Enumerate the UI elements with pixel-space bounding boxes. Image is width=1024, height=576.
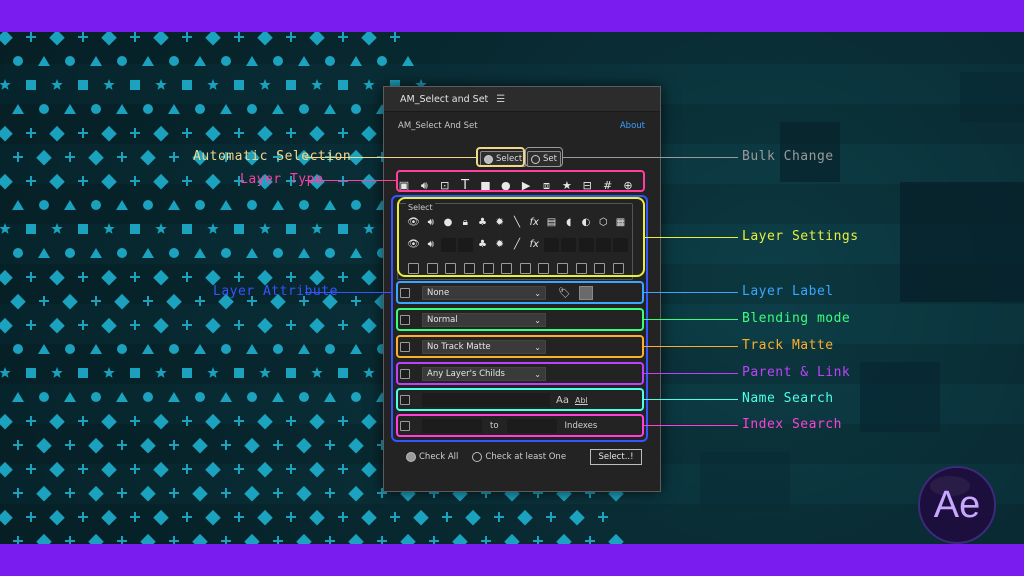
- check-at-least-one-radio[interactable]: [472, 452, 483, 462]
- bulk-change-leader: [563, 157, 738, 158]
- callout-layer-settings: Layer Settings: [742, 229, 859, 244]
- hamburger-icon[interactable]: ☰: [496, 94, 505, 105]
- callout-index-search: Index Search: [742, 417, 842, 432]
- check-all-label: Check All: [419, 452, 459, 462]
- layer-label-outline: [396, 281, 644, 304]
- blending-mode-leader: [644, 319, 738, 320]
- blending-mode-outline: [396, 308, 644, 331]
- track-matte-outline: [396, 335, 644, 358]
- index-search-leader: [644, 425, 738, 426]
- panel-header: AM_Select and Set ☰: [384, 87, 660, 112]
- callout-blending-mode: Blending mode: [742, 311, 851, 326]
- callout-layer-label: Layer Label: [742, 284, 834, 299]
- callout-parent-link: Parent & Link: [742, 365, 851, 380]
- name-search-leader: [644, 399, 738, 400]
- check-at-least-one-label: Check at least One: [485, 452, 567, 462]
- select-button[interactable]: Select..!: [590, 449, 642, 465]
- check-all-radio[interactable]: [406, 452, 416, 462]
- after-effects-logo: Ae: [918, 466, 996, 544]
- about-link[interactable]: About: [620, 121, 645, 131]
- callout-layer-type: Layer Type: [240, 172, 324, 187]
- panel-subheader: AM_Select And Set About: [384, 112, 660, 131]
- auto-selection-outline: [476, 147, 525, 167]
- bulk-change-outline: [525, 147, 563, 167]
- index-search-outline: [396, 414, 644, 437]
- parent-link-leader: [644, 373, 738, 374]
- logo-text: Ae: [933, 483, 981, 526]
- parent-link-outline: [396, 362, 644, 385]
- layer-type-outline: [396, 170, 645, 192]
- callout-name-search: Name Search: [742, 391, 834, 406]
- panel-footer: Check All Check at least One Select..!: [406, 449, 642, 465]
- layer-label-leader: [644, 292, 738, 293]
- callout-bulk-change: Bulk Change: [742, 149, 834, 164]
- name-search-outline: [396, 388, 644, 411]
- callout-layer-attribute: Layer Attribute: [213, 284, 338, 299]
- layer-settings-leader: [645, 237, 738, 238]
- callout-automatic-selection: Automatic Selection: [193, 149, 352, 164]
- panel-subtitle: AM_Select And Set: [398, 121, 478, 131]
- callout-track-matte: Track Matte: [742, 338, 834, 353]
- track-matte-leader: [644, 346, 738, 347]
- panel-tab-title[interactable]: AM_Select and Set: [400, 94, 488, 105]
